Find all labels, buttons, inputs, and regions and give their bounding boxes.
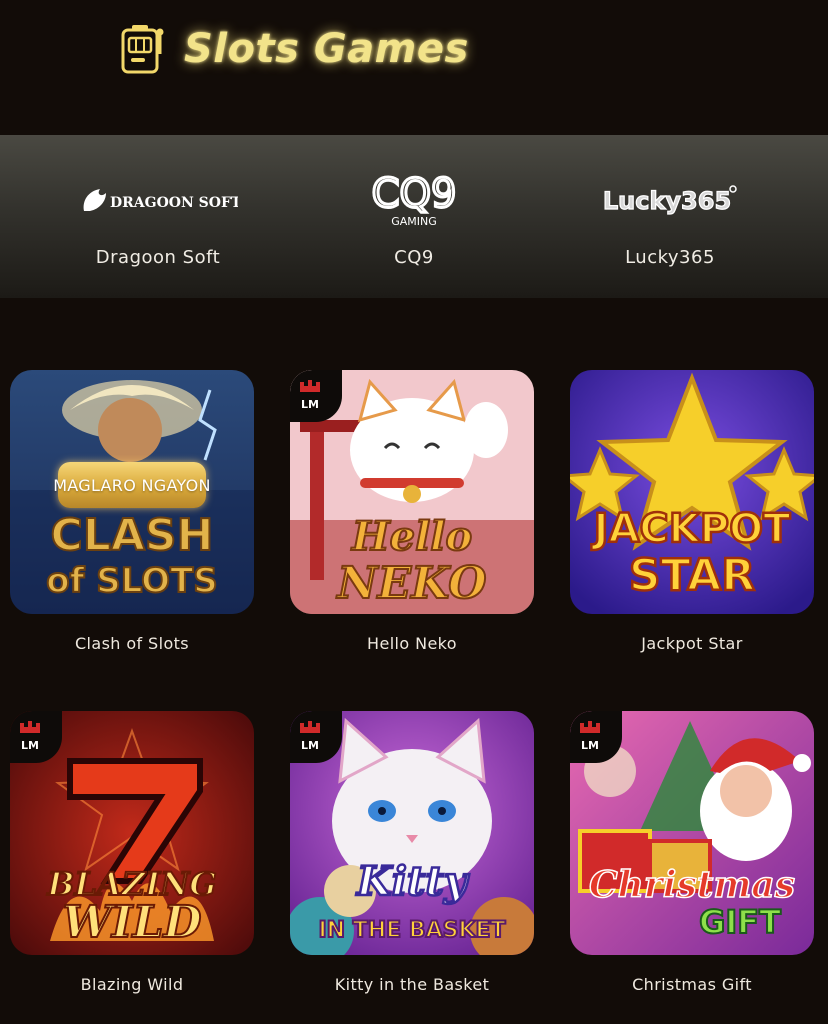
- lm-badge-text: LM: [301, 398, 319, 411]
- game-art-subtitle: STAR: [629, 550, 755, 601]
- provider-label: Lucky365: [625, 247, 715, 268]
- game-thumbnail[interactable]: BLAZING WILD LM: [10, 711, 254, 955]
- lm-badge: LM: [290, 711, 342, 763]
- game-art-subtitle: IN THE BASKET: [318, 918, 505, 943]
- game-name: Hello Neko: [367, 634, 457, 653]
- provider-lucky365[interactable]: Lucky365 Lucky365: [532, 135, 808, 298]
- lucky365-logo: Lucky365: [532, 171, 808, 231]
- game-name: Blazing Wild: [80, 975, 184, 994]
- play-now-button[interactable]: MAGLARO NGAYON: [53, 462, 211, 508]
- game-thumbnail[interactable]: JACKPOT STAR: [570, 370, 814, 614]
- lm-badge: LM: [570, 711, 622, 763]
- game-art-subtitle: NEKO: [335, 558, 486, 609]
- slot-machine-icon: [121, 25, 164, 74]
- game-art-subtitle: WILD: [62, 897, 201, 948]
- game-name: Kitty in the Basket: [334, 975, 490, 994]
- lm-badge-text: LM: [581, 739, 599, 752]
- game-thumbnail[interactable]: Christmas GIFT LM: [570, 711, 814, 955]
- game-thumbnail[interactable]: CLASH of SLOTS MAGLARO NGAYON: [10, 370, 254, 614]
- lucky365-logo-text: Lucky365: [603, 187, 731, 215]
- game-art-title: JACKPOT: [591, 506, 792, 552]
- provider-bar: DRAGOON SOFT Dragoon Soft CQ9 GAMING CQ9…: [0, 135, 828, 298]
- game-name: Jackpot Star: [641, 634, 743, 653]
- play-now-label: MAGLARO NGAYON: [53, 475, 211, 495]
- lm-badge: LM: [290, 370, 342, 422]
- dragoon-soft-logo-text: DRAGOON SOFT: [110, 195, 238, 211]
- lm-badge-text: LM: [301, 739, 319, 752]
- game-art-title: CLASH: [51, 510, 214, 561]
- game-name: Clash of Slots: [74, 634, 190, 653]
- lm-badge: LM: [10, 711, 62, 763]
- game-art-subtitle: of SLOTS: [46, 561, 218, 601]
- page-title: Slots Games: [184, 26, 469, 72]
- game-thumbnail[interactable]: Hello NEKO LM: [290, 370, 534, 614]
- game-art-subtitle: GIFT: [699, 903, 781, 941]
- cq9-logo-text: CQ9: [372, 171, 457, 217]
- page-header: Slots Games: [0, 0, 828, 135]
- provider-label: CQ9: [394, 247, 434, 268]
- game-art-title: Kitty: [356, 858, 470, 905]
- game-name: Christmas Gift: [632, 975, 752, 994]
- provider-label: Dragoon Soft: [95, 247, 221, 268]
- lm-badge-text: LM: [21, 739, 39, 752]
- cq9-logo-subtext: GAMING: [391, 215, 437, 228]
- provider-dragoon-soft[interactable]: DRAGOON SOFT Dragoon Soft: [20, 135, 296, 298]
- cq9-logo: CQ9 GAMING: [276, 171, 552, 231]
- game-art-title: Christmas: [589, 864, 795, 906]
- game-art-title: Hello: [351, 513, 472, 560]
- dragoon-soft-logo: DRAGOON SOFT: [20, 171, 296, 231]
- game-thumbnail[interactable]: Kitty IN THE BASKET LM: [290, 711, 534, 955]
- provider-cq9[interactable]: CQ9 GAMING CQ9: [276, 135, 552, 298]
